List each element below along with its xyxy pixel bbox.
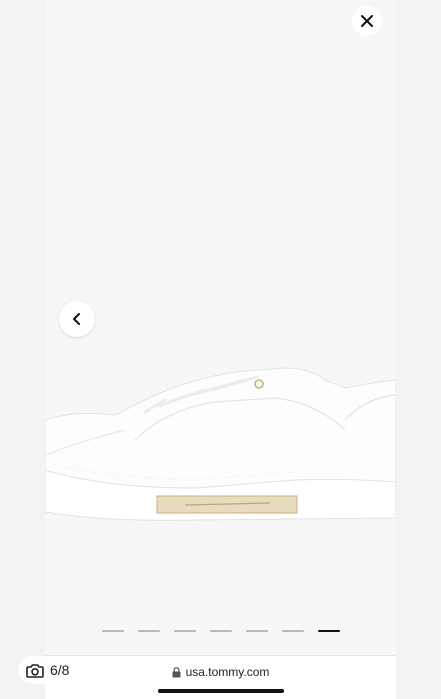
camera-icon — [26, 663, 44, 678]
previous-image-button[interactable] — [59, 301, 95, 337]
image-counter-text: 6/8 — [50, 662, 70, 678]
product-photo — [45, 0, 396, 655]
close-button[interactable] — [352, 6, 382, 36]
pager-indicator[interactable] — [102, 630, 124, 632]
image-counter: 6/8 — [18, 656, 80, 684]
close-icon — [361, 15, 373, 27]
pager-indicator[interactable] — [246, 630, 268, 632]
pager-indicator-active[interactable] — [318, 630, 340, 632]
pager-indicator[interactable] — [138, 630, 160, 632]
url-text: usa.tommy.com — [185, 665, 270, 679]
pager-indicator[interactable] — [210, 630, 232, 632]
home-indicator[interactable] — [158, 689, 284, 693]
image-pager — [102, 630, 340, 632]
sneaker-image — [45, 367, 396, 521]
lock-icon — [172, 666, 181, 677]
image-viewer: usa.tommy.com 6/8 — [0, 0, 441, 699]
chevron-left-icon — [73, 313, 80, 325]
pager-indicator[interactable] — [174, 630, 196, 632]
url-display[interactable]: usa.tommy.com — [45, 665, 396, 679]
pager-indicator[interactable] — [282, 630, 304, 632]
